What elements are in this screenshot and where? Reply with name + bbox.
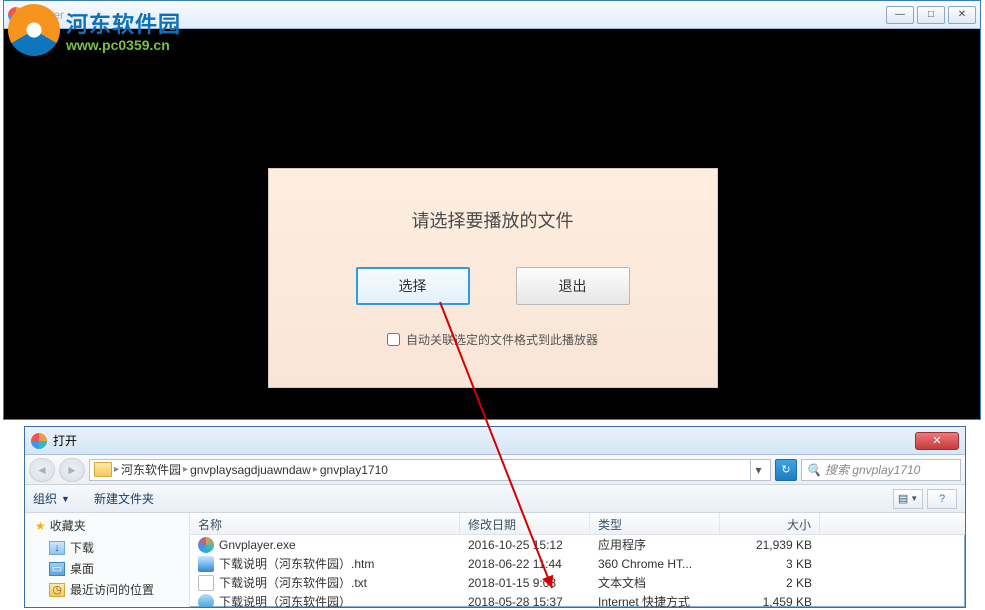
file-dialog-close-button[interactable]: ✕ — [915, 432, 959, 450]
file-dialog-toolbar: 组织▼ 新建文件夹 ▤▼ ? — [25, 485, 965, 513]
file-type: Internet 快捷方式 — [590, 590, 720, 608]
close-button[interactable]: ✕ — [948, 6, 976, 24]
breadcrumb-dropdown[interactable]: ▾ — [750, 460, 766, 480]
file-size: 1,459 KB — [720, 592, 820, 609]
download-icon: ↓ — [49, 541, 65, 555]
file-date: 2018-05-28 15:37 — [460, 592, 590, 609]
file-dialog-title: 打开 — [53, 432, 77, 449]
sidebar-item-desktop[interactable]: ▭桌面 — [35, 558, 189, 579]
desktop-icon: ▭ — [49, 562, 65, 576]
file-dialog-nav: ◄ ► ▸河东软件园 ▸gnvplaysagdjuawndaw ▸gnvplay… — [25, 455, 965, 485]
nav-forward-button[interactable]: ► — [59, 458, 85, 482]
file-size: 21,939 KB — [720, 535, 820, 555]
dialog-message: 请选择要播放的文件 — [269, 207, 717, 233]
column-type[interactable]: 类型 — [590, 513, 720, 534]
column-date[interactable]: 修改日期 — [460, 513, 590, 534]
view-options-button[interactable]: ▤▼ — [893, 489, 923, 509]
file-type-icon — [198, 594, 214, 609]
watermark-logo-icon — [8, 4, 60, 56]
associate-checkbox-row[interactable]: 自动关联选定的文件格式到此播放器 — [269, 331, 717, 348]
file-name: 下载说明（河东软件园）.txt — [219, 574, 367, 591]
file-row[interactable]: 下载说明（河东软件园） 2018-05-28 15:37Internet 快捷方式… — [190, 592, 965, 608]
file-size: 2 KB — [720, 573, 820, 593]
file-list-header: 名称 修改日期 类型 大小 — [190, 513, 965, 535]
file-date: 2018-06-22 11:44 — [460, 554, 590, 574]
help-button[interactable]: ? — [927, 489, 957, 509]
watermark-url: www.pc0359.cn — [66, 37, 181, 53]
sidebar-favorites-header[interactable]: ★ 收藏夹 — [35, 517, 189, 534]
organize-menu[interactable]: 组织▼ — [33, 490, 70, 507]
breadcrumb-segment: ▸gnvplaysagdjuawndaw — [183, 463, 311, 477]
file-name: Gnvplayer.exe — [219, 538, 296, 552]
nav-back-button[interactable]: ◄ — [29, 458, 55, 482]
file-name: 下载说明（河东软件园） — [219, 593, 351, 608]
file-list: 名称 修改日期 类型 大小 Gnvplayer.exe 2016-10-25 15… — [190, 513, 965, 608]
column-name[interactable]: 名称 — [190, 513, 460, 534]
search-icon: 🔍 — [806, 463, 821, 477]
select-button[interactable]: 选择 — [356, 267, 470, 305]
folder-icon — [94, 462, 112, 477]
column-size[interactable]: 大小 — [720, 513, 820, 534]
exit-button[interactable]: 退出 — [516, 267, 630, 305]
sidebar-item-recent[interactable]: ◷最近访问的位置 — [35, 579, 189, 600]
maximize-button[interactable]: □ — [917, 6, 945, 24]
select-file-dialog: 请选择要播放的文件 选择 退出 自动关联选定的文件格式到此播放器 — [268, 168, 718, 388]
file-dialog-sidebar: ★ 收藏夹 ↓下载 ▭桌面 ◷最近访问的位置 — [25, 513, 190, 608]
file-type-icon — [198, 537, 214, 553]
breadcrumb-segment: ▸gnvplay1710 — [313, 463, 388, 477]
watermark-site-name: 河东软件园 — [66, 7, 181, 39]
associate-checkbox[interactable] — [387, 333, 400, 346]
file-date: 2018-01-15 9:08 — [460, 573, 590, 593]
file-name: 下载说明（河东软件园）.htm — [219, 555, 374, 572]
star-icon: ★ — [35, 519, 46, 533]
recent-icon: ◷ — [49, 583, 65, 597]
file-size: 3 KB — [720, 554, 820, 574]
search-input[interactable]: 🔍 搜索 gnvplay1710 — [801, 459, 961, 481]
file-dialog-titlebar: 打开 ✕ — [25, 427, 965, 455]
sidebar-item-downloads[interactable]: ↓下载 — [35, 537, 189, 558]
associate-checkbox-label: 自动关联选定的文件格式到此播放器 — [406, 331, 598, 348]
minimize-button[interactable]: — — [886, 6, 914, 24]
refresh-button[interactable]: ↻ — [775, 459, 797, 481]
file-type-icon — [198, 575, 214, 591]
file-open-dialog: 打开 ✕ ◄ ► ▸河东软件园 ▸gnvplaysagdjuawndaw ▸gn… — [24, 426, 966, 608]
file-type-icon — [198, 556, 214, 572]
site-watermark: 河东软件园 www.pc0359.cn — [8, 4, 181, 56]
file-date: 2016-10-25 15:12 — [460, 535, 590, 555]
breadcrumb-segment: ▸河东软件园 — [114, 461, 181, 478]
new-folder-button[interactable]: 新建文件夹 — [94, 490, 154, 507]
breadcrumb-bar[interactable]: ▸河东软件园 ▸gnvplaysagdjuawndaw ▸gnvplay1710… — [89, 459, 771, 481]
search-placeholder: 搜索 gnvplay1710 — [825, 461, 920, 478]
file-dialog-app-icon — [31, 433, 47, 449]
